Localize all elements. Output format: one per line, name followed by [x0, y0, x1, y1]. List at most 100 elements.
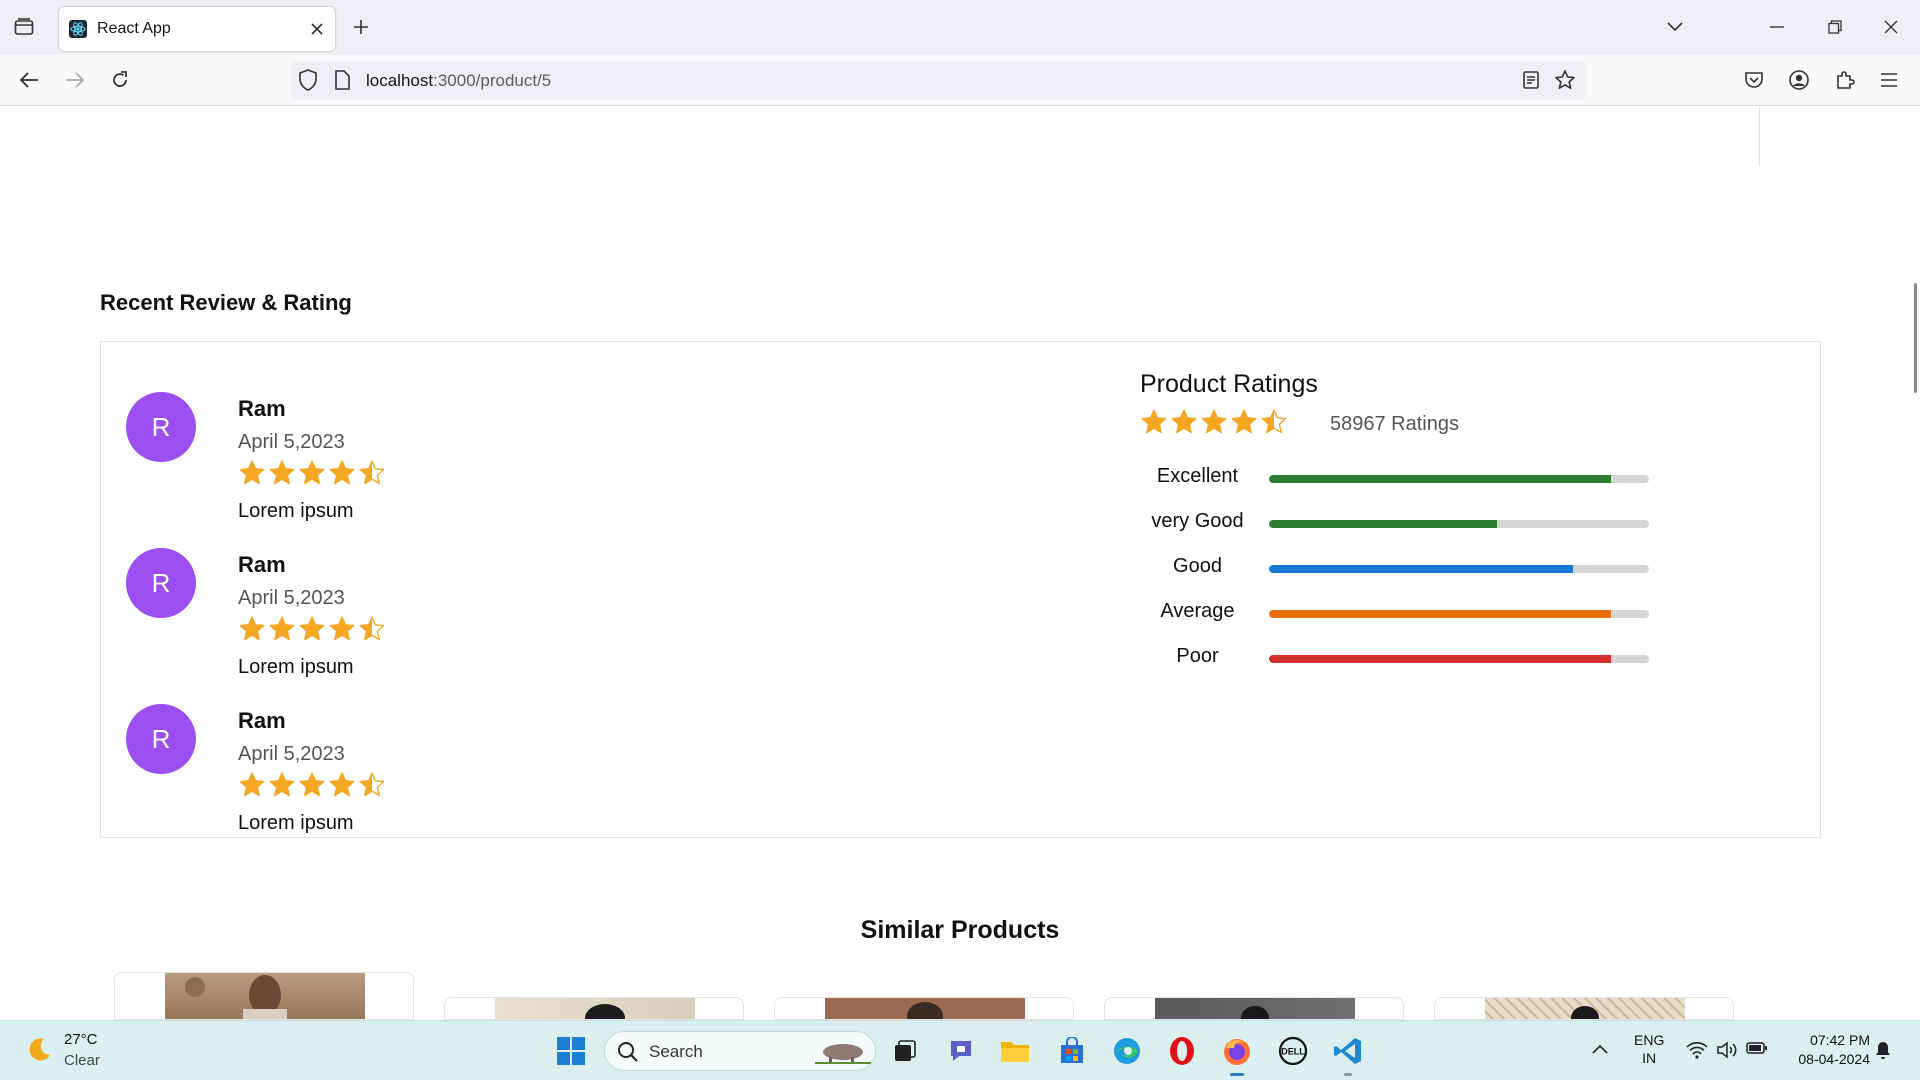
reviewer-name: Ram	[238, 708, 286, 733]
product-card[interactable]	[114, 972, 414, 1020]
close-tab-icon[interactable]	[309, 21, 325, 37]
product-image[interactable]	[165, 973, 365, 1019]
star-full-icon	[1170, 408, 1198, 441]
language-code: ENG	[1634, 1032, 1665, 1048]
tab-title: React App	[97, 20, 171, 37]
clock-time: 07:42 PM	[1810, 1032, 1870, 1048]
rating-bar-fill	[1269, 475, 1611, 483]
product-image[interactable]	[825, 998, 1025, 1019]
list-all-tabs-icon[interactable]	[1662, 14, 1688, 40]
product-image[interactable]	[1155, 998, 1355, 1019]
wifi-icon[interactable]	[1686, 1041, 1708, 1064]
menu-icon[interactable]	[1876, 67, 1902, 93]
star-full-icon	[328, 615, 356, 648]
star-full-icon	[268, 459, 296, 492]
forward-icon[interactable]	[62, 67, 88, 93]
battery-icon[interactable]	[1746, 1041, 1768, 1060]
product-image[interactable]	[495, 998, 695, 1019]
address-bar[interactable]: localhost:3000/product/5	[290, 61, 1586, 100]
review-item: R Ram April 5,2023 Lorem ipsum	[126, 367, 726, 522]
product-image[interactable]	[1485, 998, 1685, 1019]
product-card[interactable]	[774, 997, 1074, 1020]
star-full-icon	[298, 615, 326, 648]
star-full-icon	[298, 459, 326, 492]
input-language[interactable]: ENG IN	[1634, 1031, 1664, 1067]
extensions-icon[interactable]	[1832, 67, 1858, 93]
reload-icon[interactable]	[107, 67, 133, 93]
volume-icon[interactable]	[1716, 1041, 1738, 1064]
notification-bell-icon[interactable]	[1874, 1040, 1892, 1065]
rating-row-average: Average	[1140, 597, 1700, 627]
rating-label: Average	[1160, 600, 1235, 622]
rating-bar	[1269, 655, 1649, 663]
opera-icon[interactable]	[1165, 1034, 1199, 1068]
rating-row-good: Good	[1140, 552, 1700, 582]
tab-list-icon[interactable]	[12, 16, 36, 38]
url-text[interactable]: localhost:3000/product/5	[366, 71, 551, 91]
windows-start-icon[interactable]	[554, 1034, 588, 1068]
file-explorer-icon[interactable]	[998, 1034, 1032, 1068]
star-full-icon	[268, 771, 296, 804]
search-highlight-icon	[815, 1040, 871, 1069]
product-card[interactable]	[1104, 997, 1404, 1020]
review-item: R Ram April 5,2023 Lorem ipsum	[126, 679, 726, 834]
svg-text:DELL: DELL	[1281, 1047, 1305, 1057]
account-icon[interactable]	[1786, 67, 1812, 93]
microsoft-store-icon[interactable]	[1055, 1034, 1089, 1068]
rating-bar	[1269, 610, 1649, 618]
section-title: Recent Review & Rating	[100, 290, 352, 315]
weather-temperature[interactable]: 27°C	[64, 1031, 98, 1048]
avatar: R	[126, 704, 196, 774]
close-window-icon[interactable]	[1878, 14, 1904, 40]
pocket-icon[interactable]	[1741, 67, 1767, 93]
moon-icon[interactable]	[24, 1035, 54, 1070]
restore-icon[interactable]	[1822, 14, 1848, 40]
url-path: :3000/product/5	[433, 71, 552, 90]
rating-bar	[1269, 565, 1649, 573]
star-full-icon	[268, 615, 296, 648]
rating-bar-fill	[1269, 610, 1611, 618]
firefox-icon[interactable]	[1220, 1034, 1254, 1068]
review-text: Lorem ipsum	[238, 812, 354, 834]
rating-row-poor: Poor	[1140, 642, 1700, 672]
browser-tab-active[interactable]: React App	[59, 7, 335, 51]
star-half-icon	[358, 459, 386, 492]
teams-chat-icon[interactable]	[944, 1034, 978, 1068]
product-card[interactable]	[444, 997, 744, 1020]
minimize-icon[interactable]	[1764, 14, 1790, 40]
new-tab-icon[interactable]	[350, 16, 372, 38]
clock-date: 08-04-2024	[1798, 1051, 1870, 1067]
running-app-indicator	[1344, 1073, 1352, 1076]
back-icon[interactable]	[16, 67, 42, 93]
star-full-icon	[238, 459, 266, 492]
star-full-icon	[328, 459, 356, 492]
star-full-icon	[328, 771, 356, 804]
reader-view-icon[interactable]	[1522, 70, 1540, 95]
task-view-icon[interactable]	[888, 1034, 922, 1068]
review-text: Lorem ipsum	[238, 656, 354, 678]
system-clock[interactable]: 07:42 PM 08-04-2024	[1780, 1031, 1870, 1069]
active-app-indicator	[1230, 1073, 1244, 1076]
product-ratings-title: Product Ratings	[1140, 370, 1318, 398]
review-date: April 5,2023	[238, 743, 345, 765]
star-full-icon	[238, 615, 266, 648]
browser-nav-bar: localhost:3000/product/5	[0, 55, 1920, 106]
product-card[interactable]	[1434, 997, 1734, 1020]
weather-condition[interactable]: Clear	[64, 1052, 100, 1069]
vscode-icon[interactable]	[1331, 1034, 1365, 1068]
dell-icon[interactable]: DELL	[1276, 1034, 1310, 1068]
browser-tab-bar: React App	[0, 0, 1920, 55]
page-info-icon[interactable]	[334, 70, 350, 95]
star-half-icon	[358, 771, 386, 804]
bookmark-star-icon[interactable]	[1554, 69, 1576, 96]
shield-icon[interactable]	[298, 69, 318, 96]
review-date: April 5,2023	[238, 431, 345, 453]
show-hidden-icons-icon[interactable]	[1592, 1041, 1608, 1059]
url-host: localhost	[366, 71, 434, 90]
rating-bar-fill	[1269, 565, 1573, 573]
edge-browser-icon[interactable]	[1110, 1034, 1144, 1068]
page-scrollbar[interactable]	[1914, 283, 1917, 393]
rating-label: Excellent	[1156, 465, 1239, 487]
rating-row-excellent: Excellent	[1140, 462, 1700, 492]
taskbar-search[interactable]: Search	[604, 1031, 876, 1071]
